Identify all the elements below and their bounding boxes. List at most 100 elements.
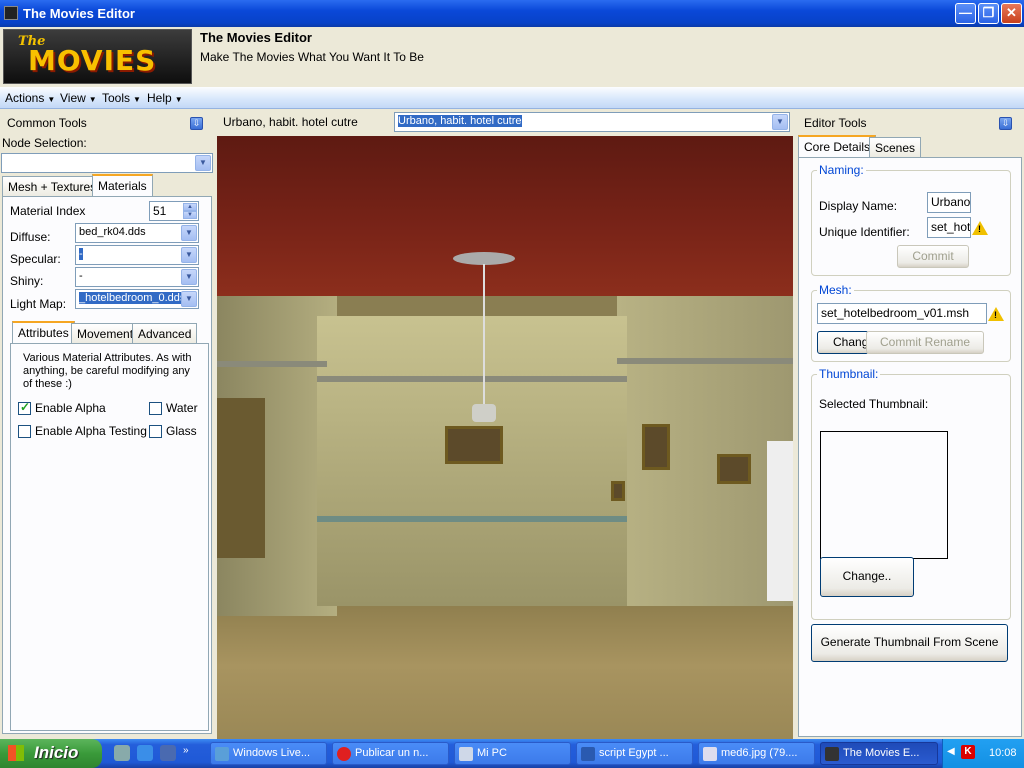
commit-rename-button[interactable]: Commit Rename	[866, 331, 984, 354]
generate-thumbnail-button[interactable]: Generate Thumbnail From Scene	[811, 624, 1008, 662]
expand-quicklaunch-icon[interactable]: »	[183, 745, 193, 761]
collapse-right-icon[interactable]: ⇩	[999, 117, 1012, 130]
chevron-down-icon[interactable]: ▼	[181, 247, 197, 263]
menu-tools[interactable]: Tools ▼	[102, 91, 141, 105]
app-tagline: Make The Movies What You Want It To Be	[200, 50, 424, 64]
thumbnail-preview	[820, 431, 948, 559]
quicklaunch-icon[interactable]	[160, 745, 176, 761]
material-index-label: Material Index	[10, 204, 86, 218]
taskbar-item[interactable]: The Movies E...	[820, 742, 938, 765]
image-icon	[703, 747, 717, 761]
warning-icon: !	[988, 307, 1004, 321]
taskbar-item[interactable]: script Egypt ...	[576, 742, 693, 765]
my-computer-icon	[459, 747, 473, 761]
tab-movement[interactable]: Movement	[71, 323, 140, 344]
node-selection-dropdown[interactable]: ▼	[1, 153, 213, 173]
glass-label: Glass	[166, 424, 197, 438]
chevron-down-icon[interactable]: ▼	[181, 291, 197, 307]
tab-scenes[interactable]: Scenes	[869, 137, 922, 158]
chevron-left-icon[interactable]: ◀	[947, 746, 955, 757]
specular-dropdown[interactable]: - ▼	[75, 245, 199, 265]
change-thumbnail-button[interactable]: Change..	[820, 557, 914, 597]
3d-viewport[interactable]	[217, 136, 793, 739]
water-checkbox[interactable]	[149, 402, 162, 415]
enable-alpha-testing-label: Enable Alpha Testing	[35, 424, 147, 438]
tab-core-details[interactable]: Core Details	[798, 135, 877, 158]
system-tray: ◀ K 10:08	[942, 739, 1024, 768]
picture-frame	[611, 481, 625, 501]
quicklaunch-icon[interactable]	[114, 745, 130, 761]
common-tools-panel: Common Tools ⇩ Node Selection: ▼ Mesh + …	[0, 111, 215, 739]
commit-button[interactable]: Commit	[897, 245, 969, 268]
scene-view-area: Urbano, habit. hotel cutre Urbano, habit…	[217, 111, 793, 739]
mesh-group: Mesh: set_hotelbedroom_v01.msh ! Chang C…	[811, 283, 1011, 362]
tab-materials[interactable]: Materials	[92, 174, 153, 197]
word-icon	[581, 747, 595, 761]
clock: 10:08	[989, 747, 1017, 759]
chevron-down-icon[interactable]: ▼	[181, 225, 197, 241]
attributes-panel: Various Material Attributes. As with any…	[10, 343, 209, 731]
wall-trim	[317, 376, 627, 382]
unique-identifier-label: Unique Identifier:	[819, 225, 910, 239]
picture-frame	[445, 426, 503, 464]
collapse-left-icon[interactable]: ⇩	[190, 117, 203, 130]
doorway	[767, 441, 793, 601]
node-selection-label: Node Selection:	[2, 136, 87, 150]
mesh-group-label: Mesh:	[817, 283, 854, 297]
taskbar-item[interactable]: Windows Live...	[210, 742, 327, 765]
materials-panel: Material Index 51 ▲ ▼ Diffuse: bed_rk04.…	[2, 196, 212, 734]
enable-alpha-checkbox[interactable]	[18, 400, 31, 415]
water-label: Water	[166, 401, 198, 415]
menu-view[interactable]: View ▼	[60, 91, 97, 105]
minimize-icon[interactable]: —	[955, 3, 976, 24]
shiny-label: Shiny:	[10, 274, 44, 288]
unique-identifier-field[interactable]: set_hote	[927, 217, 971, 238]
attributes-description: Various Material Attributes. As with any…	[23, 352, 192, 390]
diffuse-dropdown[interactable]: bed_rk04.dds ▼	[75, 223, 199, 243]
tab-mesh-textures[interactable]: Mesh + Textures	[2, 176, 103, 197]
app-icon	[825, 747, 839, 761]
tab-attributes[interactable]: Attributes	[12, 321, 75, 344]
thumbnail-group: Thumbnail: Selected Thumbnail: Change..	[811, 367, 1011, 620]
kaspersky-icon[interactable]: K	[961, 745, 975, 759]
chevron-down-icon[interactable]: ▼	[181, 269, 197, 285]
chevron-down-icon[interactable]: ▼	[195, 155, 211, 171]
menu-actions[interactable]: Actions ▼	[5, 91, 55, 105]
restore-icon[interactable]: ❐	[978, 3, 999, 24]
internet-explorer-icon[interactable]	[137, 745, 153, 761]
core-details-panel: Naming: Display Name: Urbano, Unique Ide…	[798, 157, 1022, 737]
wall-trim	[217, 361, 327, 367]
thumbnail-group-label: Thumbnail:	[817, 367, 881, 381]
taskbar-item[interactable]: med6.jpg (79....	[698, 742, 815, 765]
spin-down-icon[interactable]: ▼	[183, 211, 197, 219]
tab-advanced[interactable]: Advanced	[132, 323, 198, 344]
specular-label: Specular:	[10, 252, 61, 266]
enable-alpha-testing-checkbox[interactable]	[18, 425, 31, 438]
editor-tools-panel: Editor Tools ⇩ Core Details Scenes Namin…	[795, 111, 1024, 739]
wall-trim	[617, 358, 793, 364]
lightmap-dropdown[interactable]: _hotelbedroom_0.dds ▼	[75, 289, 199, 309]
title-bar: The Movies Editor — ❐ ✕	[0, 0, 1024, 27]
ceiling	[217, 136, 793, 296]
picture-frame	[717, 454, 751, 484]
taskbar-item[interactable]: Publicar un n...	[332, 742, 449, 765]
display-name-label: Display Name:	[819, 199, 898, 213]
menu-bar: Actions ▼ View ▼ Tools ▼ Help ▼	[0, 87, 1024, 109]
app-icon	[215, 747, 229, 761]
close-icon[interactable]: ✕	[1001, 3, 1022, 24]
material-index-spinner[interactable]: 51 ▲ ▼	[149, 201, 199, 221]
naming-group: Naming: Display Name: Urbano, Unique Ide…	[811, 163, 1011, 276]
shiny-dropdown[interactable]: - ▼	[75, 267, 199, 287]
app-name: The Movies Editor	[200, 30, 312, 45]
glass-checkbox[interactable]	[149, 425, 162, 438]
start-button[interactable]: Inicio	[0, 739, 102, 768]
chevron-down-icon[interactable]: ▼	[772, 114, 788, 130]
display-name-field[interactable]: Urbano,	[927, 192, 971, 213]
menu-help[interactable]: Help ▼	[147, 91, 183, 105]
taskbar-item[interactable]: Mi PC	[454, 742, 571, 765]
change-mesh-button[interactable]: Chang	[817, 331, 869, 354]
mesh-field[interactable]: set_hotelbedroom_v01.msh	[817, 303, 987, 324]
scene-dropdown[interactable]: Urbano, habit. hotel cutre ▼	[394, 112, 790, 132]
scene-label: Urbano, habit. hotel cutre	[223, 115, 358, 129]
spin-up-icon[interactable]: ▲	[183, 203, 197, 211]
